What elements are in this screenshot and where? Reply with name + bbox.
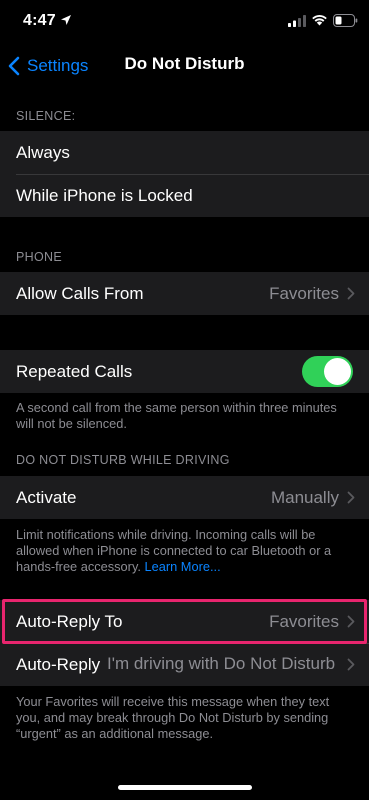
auto-reply-label: Auto-Reply [16,654,101,674]
status-bar: 4:47 [0,0,369,44]
repeated-calls-row: Repeated Calls [0,350,369,393]
chevron-right-icon [347,287,355,300]
section-header-driving: DO NOT DISTURB WHILE DRIVING [16,453,230,467]
silence-option-while-locked[interactable]: While iPhone is Locked [0,174,369,217]
navigation-bar: Do Not Disturb Settings [0,44,369,88]
back-button[interactable]: Settings [8,54,88,78]
auto-reply-message: I'm driving with Do Not Disturb While Dr… [107,654,337,673]
section-header-silence: SILENCE: [16,109,76,123]
allow-calls-from-value: Favorites [269,283,339,303]
toggle-knob [324,358,351,385]
silence-option-label: Always [16,142,70,162]
back-button-label: Settings [27,56,89,75]
repeated-calls-toggle[interactable] [302,356,353,387]
driving-group: Activate Manually [0,476,369,519]
battery-icon [333,14,358,27]
status-time: 4:47 [23,12,56,29]
section-header-phone: PHONE [16,250,62,264]
silence-option-always[interactable]: Always [0,131,369,174]
activate-label: Activate [16,487,77,507]
repeated-calls-footer: A second call from the same person withi… [16,400,337,431]
location-arrow-icon [61,15,71,25]
home-indicator [118,785,252,790]
learn-more-link[interactable]: Learn More... [145,559,221,574]
repeated-calls-group: Repeated Calls [0,350,369,393]
chevron-right-icon [347,491,355,504]
cellular-signal-icon [288,15,306,27]
activate-value: Manually [270,487,339,507]
auto-reply-row[interactable]: Auto-Reply I'm driving with Do Not Distu… [0,643,369,686]
allow-calls-from-label: Allow Calls From [16,283,144,303]
silence-option-label: While iPhone is Locked [16,185,193,205]
chevron-right-icon [347,658,355,671]
phone-group: Allow Calls From Favorites [0,272,369,315]
wifi-icon [312,15,327,26]
highlight-box [2,599,367,644]
auto-reply-footer: Your Favorites will receive this message… [16,694,330,741]
activate-row[interactable]: Activate Manually [0,476,369,519]
chevron-left-icon [8,56,20,76]
silence-group: Always While iPhone is Locked [0,131,369,217]
repeated-calls-label: Repeated Calls [16,361,133,381]
allow-calls-from-row[interactable]: Allow Calls From Favorites [0,272,369,315]
driving-footer: Limit notifications while driving. Incom… [16,527,356,575]
